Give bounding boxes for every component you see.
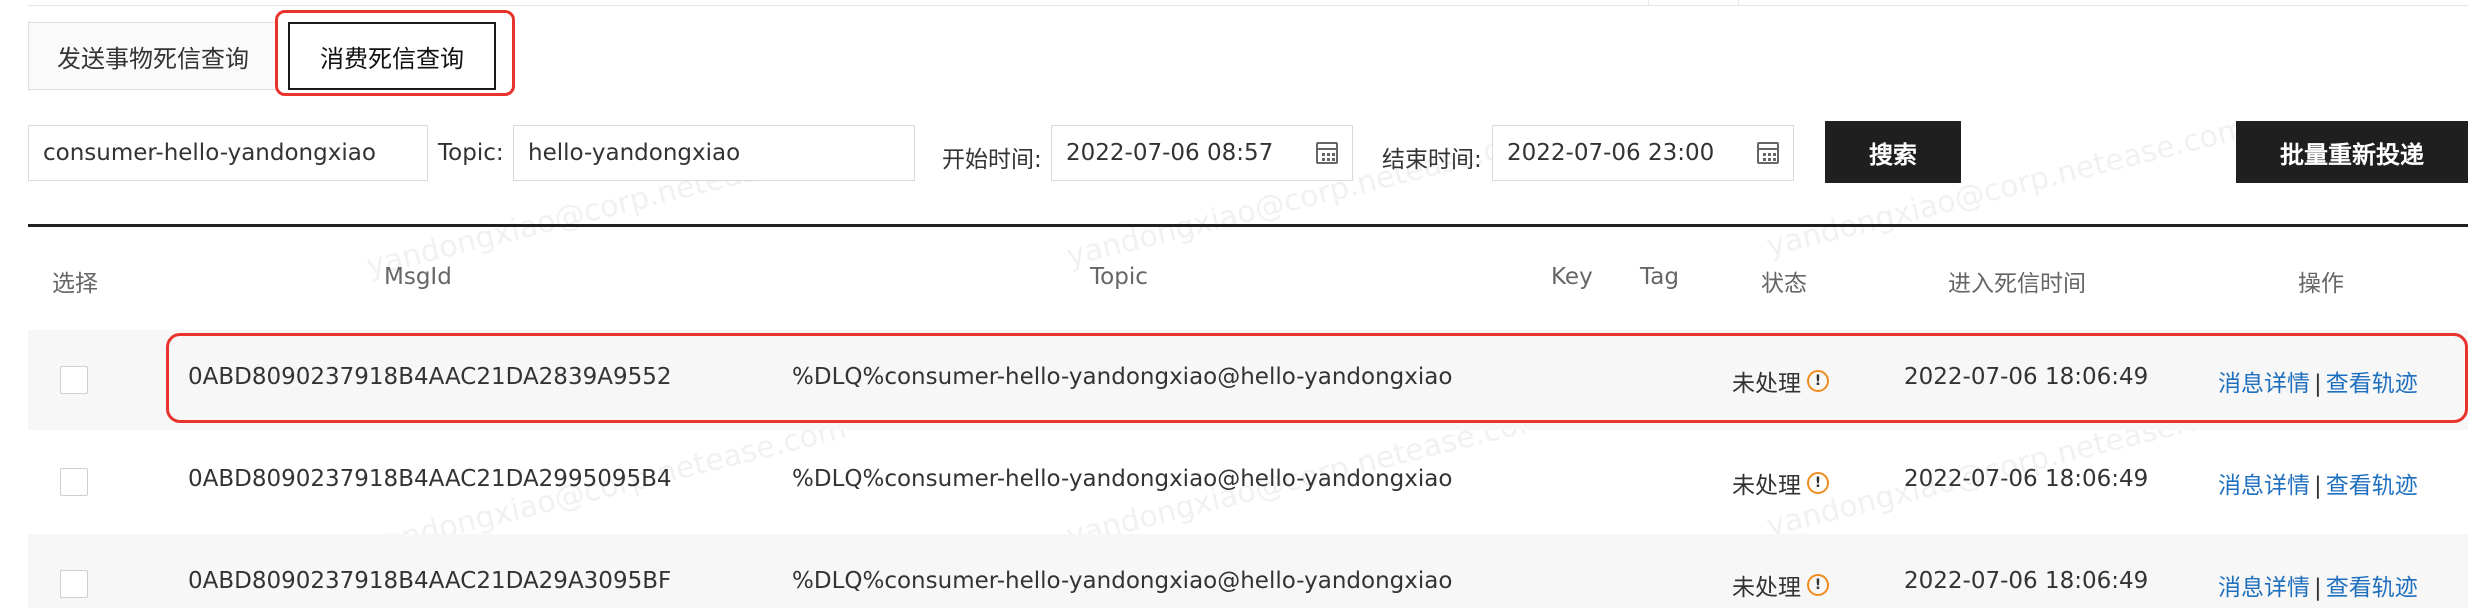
table-row: 0ABD8090237918B4AAC21DA2995095B4 %DLQ%co…	[28, 432, 2468, 532]
row-status-text: 未处理	[1732, 371, 1801, 397]
row-status-text: 未处理	[1732, 473, 1801, 499]
info-circle-icon[interactable]: !	[1807, 472, 1829, 494]
row-select-checkbox[interactable]	[60, 570, 88, 598]
info-circle-icon[interactable]: !	[1807, 370, 1829, 392]
table-row: 0ABD8090237918B4AAC21DA29A3095BF %DLQ%co…	[28, 534, 2468, 608]
column-header-status: 状态	[1761, 271, 1807, 297]
row-topic: %DLQ%consumer-hello-yandongxiao@hello-ya…	[792, 364, 1453, 390]
top-divider	[28, 0, 2468, 6]
row-topic: %DLQ%consumer-hello-yandongxiao@hello-ya…	[792, 568, 1453, 594]
start-time-label: 开始时间:	[942, 147, 1042, 173]
column-header-actions: 操作	[2298, 271, 2344, 297]
column-header-key: Key	[1551, 264, 1593, 290]
message-detail-link[interactable]: 消息详情	[2218, 575, 2310, 601]
end-time-label: 结束时间:	[1382, 147, 1482, 173]
action-separator: |	[2314, 473, 2322, 499]
search-button[interactable]: 搜索	[1825, 121, 1961, 183]
column-header-dlq-time: 进入死信时间	[1948, 271, 2086, 297]
start-time-picker[interactable]: 2022-07-06 08:57	[1051, 125, 1353, 181]
calendar-icon[interactable]	[1316, 142, 1338, 164]
view-trace-link[interactable]: 查看轨迹	[2326, 473, 2418, 499]
row-msgid: 0ABD8090237918B4AAC21DA2839A9552	[188, 364, 672, 390]
row-select-checkbox[interactable]	[60, 468, 88, 496]
column-header-topic: Topic	[1090, 264, 1148, 290]
end-time-value: 2022-07-06 23:00	[1507, 140, 1715, 166]
row-status: 未处理 !	[1732, 466, 1829, 500]
row-actions: 消息详情 | 查看轨迹	[2218, 364, 2418, 398]
row-topic: %DLQ%consumer-hello-yandongxiao@hello-ya…	[792, 466, 1453, 492]
topic-field[interactable]: hello-yandongxiao	[513, 125, 915, 181]
row-actions: 消息详情 | 查看轨迹	[2218, 466, 2418, 500]
calendar-icon[interactable]	[1757, 142, 1779, 164]
row-actions: 消息详情 | 查看轨迹	[2218, 568, 2418, 602]
topic-value: hello-yandongxiao	[528, 140, 741, 166]
consumer-group-field[interactable]: consumer-hello-yandongxiao	[28, 125, 428, 181]
row-msgid: 0ABD8090237918B4AAC21DA2995095B4	[188, 466, 672, 492]
row-select-checkbox[interactable]	[60, 366, 88, 394]
row-dlq-time: 2022-07-06 18:06:49	[1904, 364, 2149, 390]
tab-consume-dlq[interactable]: 消费死信查询	[288, 22, 496, 90]
row-status: 未处理 !	[1732, 364, 1829, 398]
row-dlq-time: 2022-07-06 18:06:49	[1904, 466, 2149, 492]
consumer-group-value: consumer-hello-yandongxiao	[43, 140, 376, 166]
action-separator: |	[2314, 371, 2322, 397]
start-time-value: 2022-07-06 08:57	[1066, 140, 1274, 166]
row-dlq-time: 2022-07-06 18:06:49	[1904, 568, 2149, 594]
topic-label: Topic:	[438, 140, 504, 166]
row-status-text: 未处理	[1732, 575, 1801, 601]
batch-redeliver-button[interactable]: 批量重新投递	[2236, 121, 2468, 183]
message-detail-link[interactable]: 消息详情	[2218, 371, 2310, 397]
message-detail-link[interactable]: 消息详情	[2218, 473, 2310, 499]
table-top-border	[28, 224, 2468, 227]
table-row: 0ABD8090237918B4AAC21DA2839A9552 %DLQ%co…	[28, 330, 2468, 430]
column-header-select: 选择	[52, 271, 98, 297]
action-separator: |	[2314, 575, 2322, 601]
view-trace-link[interactable]: 查看轨迹	[2326, 575, 2418, 601]
column-header-msgid: MsgId	[384, 264, 452, 290]
row-msgid: 0ABD8090237918B4AAC21DA29A3095BF	[188, 568, 672, 594]
info-circle-icon[interactable]: !	[1807, 574, 1829, 596]
view-trace-link[interactable]: 查看轨迹	[2326, 371, 2418, 397]
row-status: 未处理 !	[1732, 568, 1829, 602]
column-header-tag: Tag	[1640, 264, 1679, 290]
end-time-picker[interactable]: 2022-07-06 23:00	[1492, 125, 1794, 181]
tab-send-transaction-dlq[interactable]: 发送事物死信查询	[28, 22, 278, 90]
